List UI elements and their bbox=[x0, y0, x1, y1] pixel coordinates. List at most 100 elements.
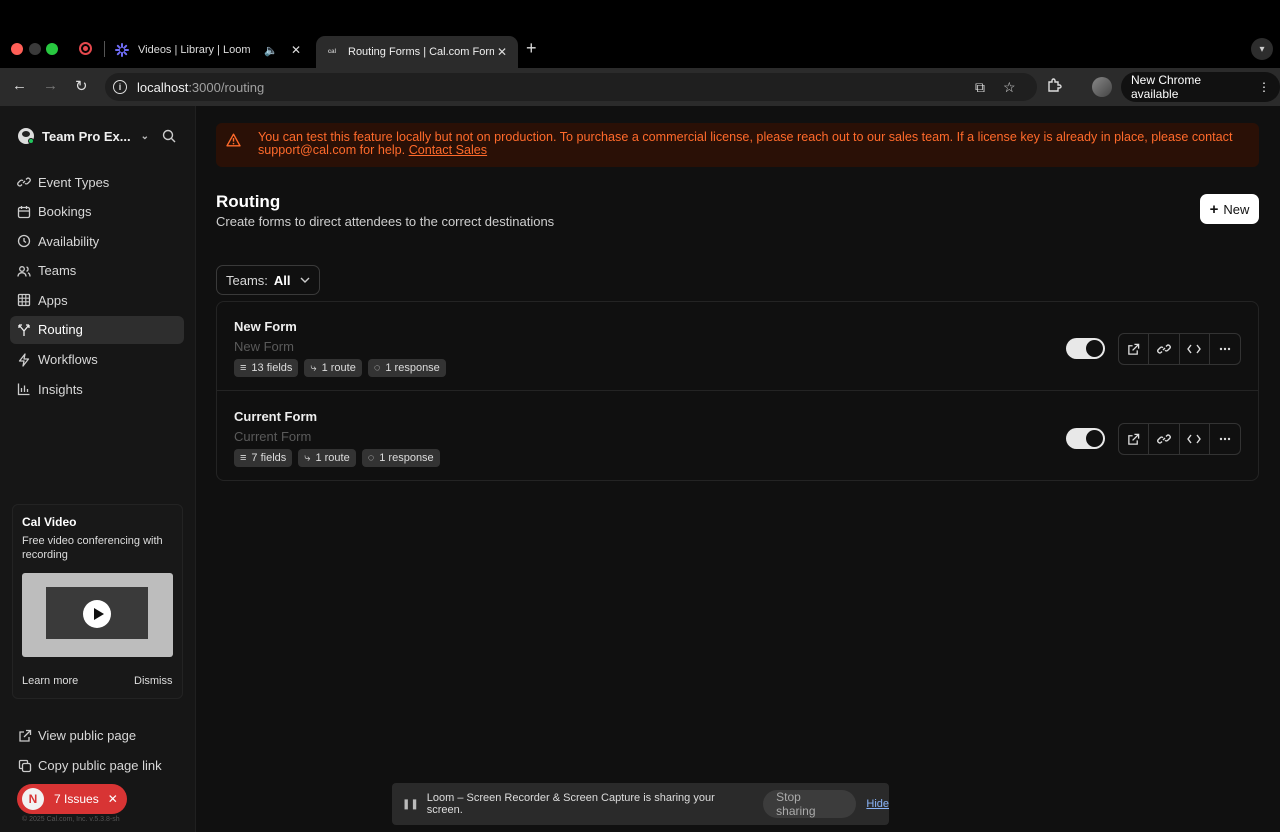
browser-toolbar: ← → ↻ i localhost:3000/routing ⧉ ☆ New C… bbox=[0, 68, 1280, 106]
form-enabled-toggle[interactable] bbox=[1066, 338, 1105, 359]
sidebar: Team Pro Ex... ⌄ Event Types Bookings Av… bbox=[0, 106, 196, 832]
form-badges: ≡ 13 fields ⤷ 1 route ◌ 1 response bbox=[234, 359, 446, 377]
new-form-button[interactable]: + New bbox=[1200, 194, 1259, 224]
routes-badge: ⤷ 1 route bbox=[298, 449, 356, 467]
routes-count: 1 route bbox=[321, 362, 356, 374]
preview-external-icon[interactable] bbox=[1119, 334, 1150, 364]
view-public-page-link[interactable]: View public page bbox=[18, 728, 188, 743]
address-bar[interactable]: i localhost:3000/routing ⧉ ☆ bbox=[105, 73, 1037, 101]
page-subtitle: Create forms to direct attendees to the … bbox=[216, 214, 555, 229]
more-horizontal-icon[interactable] bbox=[1210, 334, 1240, 364]
profile-avatar[interactable] bbox=[1092, 77, 1112, 97]
routes-count: 1 route bbox=[315, 452, 350, 464]
chart-icon bbox=[17, 382, 31, 396]
sidebar-item-insights[interactable]: Insights bbox=[10, 375, 184, 403]
form-enabled-toggle[interactable] bbox=[1066, 428, 1105, 449]
url-path: :3000/routing bbox=[188, 79, 265, 95]
stop-sharing-button[interactable]: Stop sharing bbox=[763, 790, 857, 818]
dismiss-button[interactable]: Dismiss bbox=[134, 675, 173, 687]
filter-label: Teams: bbox=[226, 272, 268, 288]
sidebar-nav: Event Types Bookings Availability Teams … bbox=[10, 168, 184, 405]
form-badges: ≡ 7 fields ⤷ 1 route ◌ 1 response bbox=[234, 449, 440, 467]
chevron-down-icon bbox=[300, 277, 310, 283]
teams-filter-dropdown[interactable]: Teams: All bbox=[216, 265, 320, 295]
form-actions bbox=[1118, 423, 1241, 455]
sidebar-item-event-types[interactable]: Event Types bbox=[10, 168, 184, 196]
sidebar-item-label: Insights bbox=[38, 381, 83, 397]
list-item[interactable]: Current Form Current Form ≡ 7 fields ⤷ 1 r… bbox=[217, 392, 1258, 481]
promo-title: Cal Video bbox=[22, 515, 77, 529]
sidebar-item-bookings[interactable]: Bookings bbox=[10, 198, 184, 226]
calendar-icon bbox=[17, 205, 31, 219]
speaker-icon[interactable]: 🔈 bbox=[264, 44, 278, 57]
close-icon[interactable]: ✕ bbox=[108, 792, 118, 806]
sharing-message: Loom – Screen Recorder & Screen Capture … bbox=[426, 792, 715, 816]
search-icon[interactable] bbox=[162, 129, 176, 143]
tab-separator bbox=[104, 41, 105, 57]
clock-icon bbox=[17, 234, 31, 248]
reload-icon[interactable]: ↻ bbox=[75, 77, 88, 95]
window-zoom-button[interactable] bbox=[46, 43, 58, 55]
sidebar-item-apps[interactable]: Apps bbox=[10, 286, 184, 314]
forward-arrow-icon[interactable]: → bbox=[43, 77, 58, 94]
tab-close-icon[interactable]: ✕ bbox=[288, 43, 304, 57]
sidebar-item-label: Event Types bbox=[38, 174, 110, 190]
responses-count: 1 response bbox=[379, 452, 434, 464]
team-avatar bbox=[18, 128, 34, 144]
tab-loom[interactable]: Videos | Library | Loom 🔈 ✕ bbox=[112, 36, 312, 64]
copy-link-icon[interactable] bbox=[1149, 424, 1180, 454]
back-arrow-icon[interactable]: ← bbox=[12, 77, 27, 94]
route-icon: ⤷ bbox=[304, 451, 311, 464]
play-icon[interactable] bbox=[83, 600, 111, 628]
copy-public-link-button[interactable]: Copy public page link bbox=[18, 758, 188, 773]
forms-list: New Form New Form ≡ 13 fields ⤷ 1 route ◌ 1… bbox=[216, 301, 1259, 481]
sidebar-item-availability[interactable]: Availability bbox=[10, 227, 184, 255]
list-icon: ≡ bbox=[240, 362, 247, 374]
team-selector[interactable]: Team Pro Ex... ⌄ bbox=[18, 128, 149, 144]
more-horizontal-icon[interactable] bbox=[1210, 424, 1240, 454]
site-info-icon[interactable]: i bbox=[113, 80, 127, 94]
chrome-update-button[interactable]: New Chrome available ⋮ bbox=[1121, 72, 1280, 102]
issues-badge[interactable]: N 7 Issues ✕ bbox=[17, 784, 127, 814]
sidebar-item-teams[interactable]: Teams bbox=[10, 257, 184, 285]
window-close-button[interactable] bbox=[11, 43, 23, 55]
chevron-down-icon: ⌄ bbox=[140, 130, 150, 142]
form-actions bbox=[1118, 333, 1241, 365]
list-item[interactable]: New Form New Form ≡ 13 fields ⤷ 1 route ◌ 1… bbox=[217, 302, 1258, 391]
app-window: Team Pro Ex... ⌄ Event Types Bookings Av… bbox=[0, 106, 1280, 832]
sidebar-item-label: Teams bbox=[38, 263, 77, 279]
contact-sales-link[interactable]: Contact Sales bbox=[409, 143, 487, 157]
form-description: Current Form bbox=[234, 429, 312, 444]
extensions-icon[interactable] bbox=[1046, 77, 1062, 93]
sidebar-item-label: Availability bbox=[38, 233, 100, 249]
bookmark-star-icon[interactable]: ☆ bbox=[1003, 79, 1016, 96]
fields-badge: ≡ 13 fields bbox=[234, 359, 299, 377]
copy-link-icon[interactable] bbox=[1149, 334, 1180, 364]
tab-title: Videos | Library | Loom bbox=[138, 44, 251, 56]
promo-description: Free video conferencing with recording bbox=[22, 535, 163, 561]
responses-badge: ◌ 1 response bbox=[367, 359, 446, 377]
sidebar-item-label: Routing bbox=[38, 322, 83, 338]
install-app-icon[interactable]: ⧉ bbox=[975, 79, 985, 96]
sidebar-item-routing[interactable]: Routing bbox=[10, 315, 184, 344]
promo-video-thumbnail[interactable] bbox=[22, 573, 173, 657]
sidebar-item-workflows[interactable]: Workflows bbox=[10, 346, 184, 374]
tab-search-button[interactable]: ▾ bbox=[1251, 38, 1273, 60]
sidebar-item-label: Bookings bbox=[38, 204, 92, 220]
message-icon: ◌ bbox=[367, 452, 375, 464]
message-icon: ◌ bbox=[373, 362, 381, 374]
browser-tab-strip: Videos | Library | Loom 🔈 ✕ cal Routing … bbox=[0, 0, 1280, 68]
tab-close-icon[interactable]: ✕ bbox=[494, 45, 510, 59]
new-tab-button[interactable]: + bbox=[526, 38, 537, 59]
window-minimize-button[interactable] bbox=[29, 43, 41, 55]
new-button-label: New bbox=[1223, 201, 1250, 217]
preview-external-icon[interactable] bbox=[1119, 424, 1150, 454]
embed-code-icon[interactable] bbox=[1180, 424, 1210, 454]
copy-icon bbox=[18, 759, 32, 773]
banner-text: You can test this feature locally but no… bbox=[258, 131, 1248, 156]
embed-code-icon[interactable] bbox=[1180, 334, 1210, 364]
learn-more-link[interactable]: Learn more bbox=[22, 675, 78, 687]
more-vertical-icon: ⋮ bbox=[1258, 80, 1270, 94]
hide-button[interactable]: Hide bbox=[866, 798, 889, 810]
tab-routing-forms[interactable]: cal Routing Forms | Cal.com Form ✕ bbox=[316, 36, 518, 68]
